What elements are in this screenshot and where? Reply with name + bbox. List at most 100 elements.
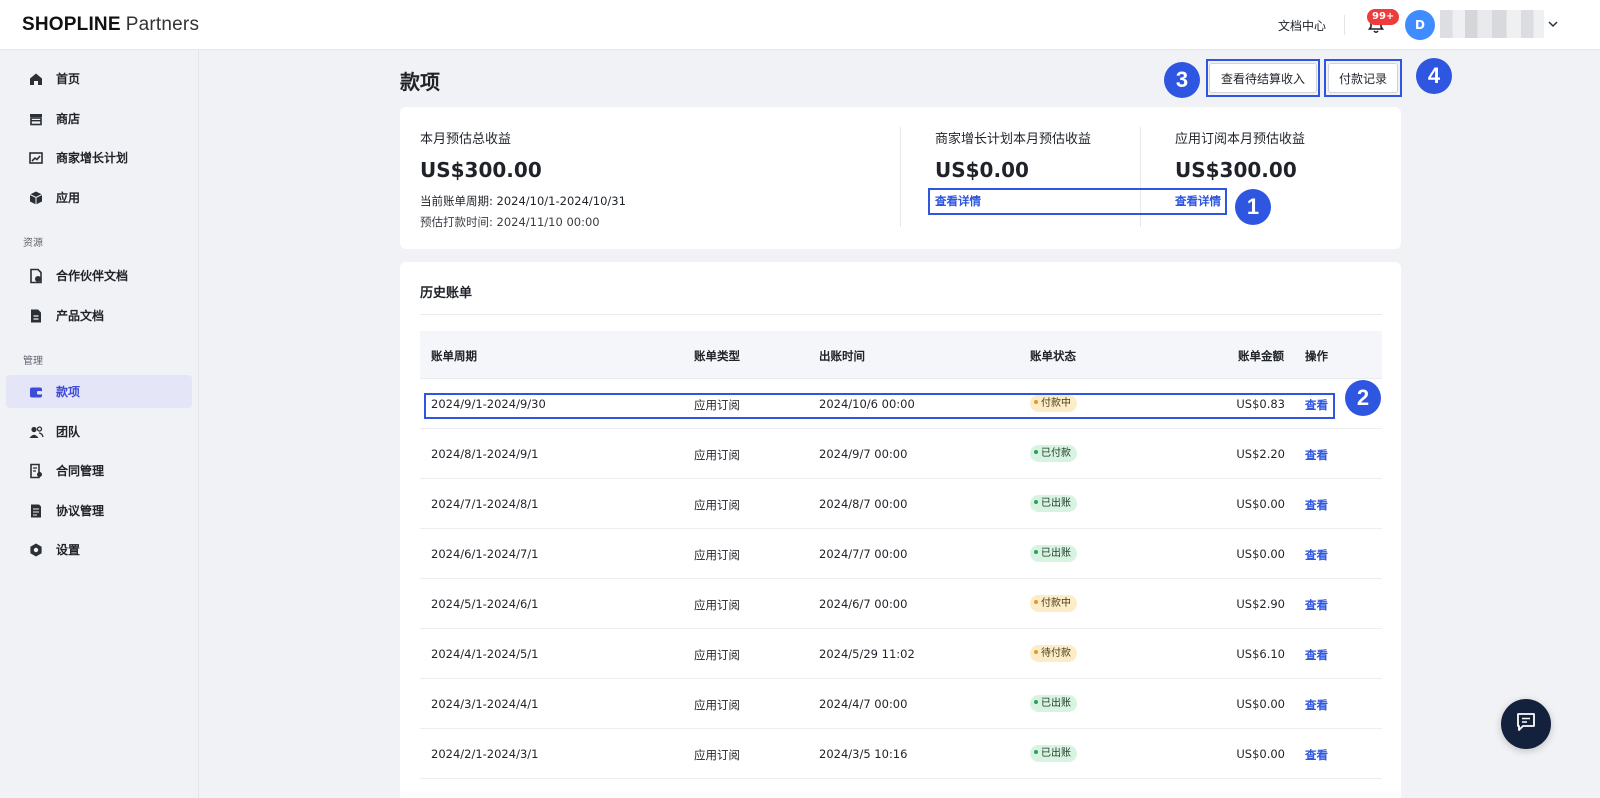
chat-icon xyxy=(1515,711,1537,737)
status-text: 已出账 xyxy=(1041,498,1071,509)
cell-type: 应用订阅 xyxy=(694,748,740,762)
status-badge: 已出账 xyxy=(1030,545,1077,562)
annotation-marker-4: 4 xyxy=(1416,58,1452,94)
cell-time: 2024/4/7 00:00 xyxy=(819,697,908,711)
status-text: 付款中 xyxy=(1041,598,1071,609)
cell-period: 2024/9/1-2024/9/30 xyxy=(431,397,546,411)
subscription-earnings-label: 应用订阅本月预估收益 xyxy=(1175,132,1306,147)
docs-center-link[interactable]: 文档中心 xyxy=(1278,17,1326,34)
cell-type: 应用订阅 xyxy=(694,498,740,512)
logo-brand: SHOPLINE xyxy=(22,14,121,35)
sidebar-item-label: 商店 xyxy=(56,112,81,126)
table-row: 2024/2/1-2024/3/1 应用订阅 2024/3/5 10:16 已出… xyxy=(420,729,1382,779)
sidebar-item-product-docs[interactable]: 产品文档 xyxy=(6,299,192,332)
sidebar-item-label: 团队 xyxy=(56,425,81,439)
col-header-type: 账单类型 xyxy=(694,349,740,363)
cell-amount: US$2.90 xyxy=(1236,597,1285,611)
history-title: 历史账单 xyxy=(420,286,473,301)
top-bar: SHOPLINE Partners 文档中心 99+ D xyxy=(0,0,1600,50)
history-divider xyxy=(420,314,1382,315)
table-row: 2024/7/1-2024/8/1 应用订阅 2024/8/7 00:00 已出… xyxy=(420,479,1382,529)
status-text: 已出账 xyxy=(1041,548,1071,559)
payout-time-text: 预估打款时间: 2024/11/10 00:00 xyxy=(420,215,600,229)
cell-period: 2024/3/1-2024/4/1 xyxy=(431,697,539,711)
settings-icon xyxy=(28,542,44,558)
cell-amount: US$0.00 xyxy=(1236,697,1285,711)
avatar[interactable]: D xyxy=(1405,10,1435,40)
subscription-earnings-amount: US$300.00 xyxy=(1175,158,1297,182)
total-earnings-label: 本月预估总收益 xyxy=(420,132,512,147)
sidebar-item-settings[interactable]: 设置 xyxy=(6,533,192,566)
team-icon xyxy=(28,424,44,440)
annotation-marker-2: 2 xyxy=(1345,380,1381,416)
status-badge: 付款中 xyxy=(1030,395,1077,412)
sidebar-item-label: 商家增长计划 xyxy=(56,151,129,165)
subscription-view-details-link[interactable]: 查看详情 xyxy=(1175,193,1221,209)
status-text: 付款中 xyxy=(1041,398,1071,409)
cell-period: 2024/8/1-2024/9/1 xyxy=(431,447,539,461)
sidebar-item-contracts[interactable]: 合同管理 xyxy=(6,454,192,487)
status-badge: 待付款 xyxy=(1030,645,1077,662)
sidebar-item-apps[interactable]: 应用 xyxy=(6,181,192,214)
status-badge: 付款中 xyxy=(1030,595,1077,612)
cell-period: 2024/2/1-2024/3/1 xyxy=(431,747,539,761)
sidebar-item-label: 合作伙伴文档 xyxy=(56,269,129,283)
chat-button[interactable] xyxy=(1501,699,1551,749)
cell-time: 2024/10/6 00:00 xyxy=(819,397,915,411)
view-bill-link[interactable]: 查看 xyxy=(1305,647,1328,663)
table-row: 2024/3/1-2024/4/1 应用订阅 2024/4/7 00:00 已出… xyxy=(420,679,1382,729)
document-icon xyxy=(28,308,44,324)
chevron-down-icon[interactable] xyxy=(1547,18,1559,30)
cell-type: 应用订阅 xyxy=(694,648,740,662)
cell-amount: US$2.20 xyxy=(1236,447,1285,461)
sidebar-item-home[interactable]: 首页 xyxy=(6,62,192,95)
cell-time: 2024/6/7 00:00 xyxy=(819,597,908,611)
growth-plan-earnings-amount: US$0.00 xyxy=(935,158,1029,182)
cell-time: 2024/3/5 10:16 xyxy=(819,747,908,761)
sidebar-section-manage: 管理 xyxy=(23,356,43,367)
cell-amount: US$0.83 xyxy=(1236,397,1285,411)
table-header: 账单周期 账单类型 出账时间 账单状态 账单金额 操作 xyxy=(420,331,1382,379)
growth-plan-view-details-link[interactable]: 查看详情 xyxy=(935,193,981,209)
status-text: 待付款 xyxy=(1041,648,1071,659)
sidebar-item-payments[interactable]: 款项 xyxy=(6,375,192,408)
table-row: 2024/4/1-2024/5/1 应用订阅 2024/5/29 11:02 待… xyxy=(420,629,1382,679)
logo[interactable]: SHOPLINE Partners xyxy=(22,13,199,36)
payment-records-button[interactable]: 付款记录 xyxy=(1328,63,1398,93)
col-header-period: 账单周期 xyxy=(431,349,477,363)
view-bill-link[interactable]: 查看 xyxy=(1305,397,1328,413)
cube-icon xyxy=(28,190,44,206)
partner-doc-icon xyxy=(28,268,44,284)
cell-type: 应用订阅 xyxy=(694,398,740,412)
view-bill-link[interactable]: 查看 xyxy=(1305,597,1328,613)
page-title: 款项 xyxy=(400,70,440,94)
table-row: 2024/8/1-2024/9/1 应用订阅 2024/9/7 00:00 已付… xyxy=(420,429,1382,479)
sidebar-item-label: 应用 xyxy=(56,191,81,205)
sidebar-item-team[interactable]: 团队 xyxy=(6,415,192,448)
sidebar-item-label: 首页 xyxy=(56,72,81,86)
view-bill-link[interactable]: 查看 xyxy=(1305,447,1328,463)
sidebar: 首页 商店 商家增长计划 应用 资源 合作伙伴文档 产品文档 管理 款项 团队 … xyxy=(0,50,199,798)
sidebar-item-agreements[interactable]: 协议管理 xyxy=(6,494,192,527)
cell-period: 2024/7/1-2024/8/1 xyxy=(431,497,539,511)
view-bill-link[interactable]: 查看 xyxy=(1305,547,1328,563)
view-bill-link[interactable]: 查看 xyxy=(1305,497,1328,513)
total-earnings-amount: US$300.00 xyxy=(420,158,542,182)
sidebar-item-partner-docs[interactable]: 合作伙伴文档 xyxy=(6,259,192,292)
status-text: 已出账 xyxy=(1041,748,1071,759)
status-badge: 已出账 xyxy=(1030,495,1077,512)
annotation-marker-3: 3 xyxy=(1164,62,1200,98)
logo-product: Partners xyxy=(125,14,200,35)
view-pending-income-button[interactable]: 查看待结算收入 xyxy=(1209,63,1317,93)
cell-amount: US$0.00 xyxy=(1236,747,1285,761)
sidebar-item-store[interactable]: 商店 xyxy=(6,102,192,135)
summary-divider xyxy=(900,127,901,227)
col-header-time: 出账时间 xyxy=(819,349,865,363)
growth-plan-earnings-label: 商家增长计划本月预估收益 xyxy=(935,132,1092,147)
view-bill-link[interactable]: 查看 xyxy=(1305,697,1328,713)
earnings-summary-card: 本月预估总收益 US$300.00 当前账单周期: 2024/10/1-2024… xyxy=(400,107,1401,249)
sidebar-item-growth-plan[interactable]: 商家增长计划 xyxy=(6,141,192,174)
notification-count-badge: 99+ xyxy=(1367,9,1400,25)
view-bill-link[interactable]: 查看 xyxy=(1305,747,1328,763)
sidebar-section-resources: 资源 xyxy=(23,238,43,249)
